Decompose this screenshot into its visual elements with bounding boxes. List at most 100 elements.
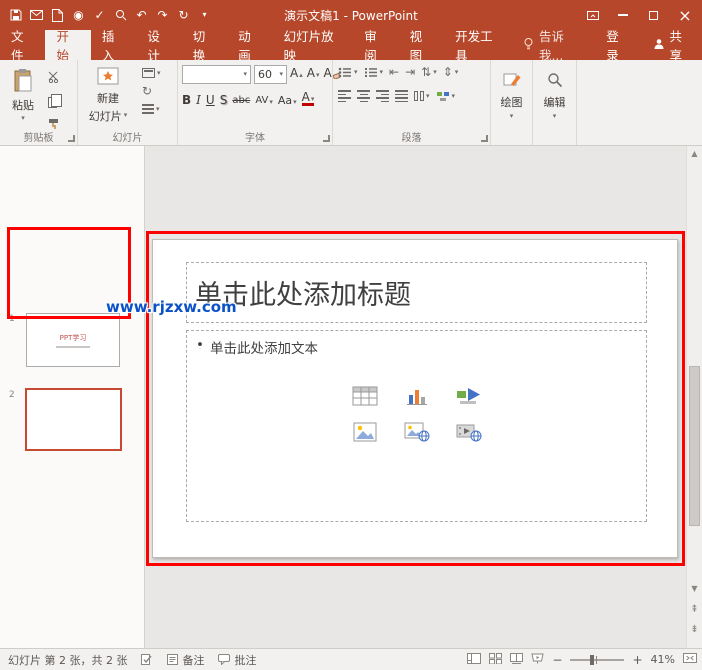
- tab-animations[interactable]: 动画: [227, 29, 272, 63]
- scrollbar-thumb[interactable]: [689, 366, 700, 526]
- cut-button[interactable]: [48, 68, 61, 87]
- maximize-button[interactable]: [638, 0, 668, 30]
- clipboard-dialog-launcher-icon[interactable]: [68, 135, 75, 142]
- qat-customize-caret-icon[interactable]: ▾: [198, 8, 211, 22]
- slide-1-thumbnail[interactable]: PPT学习: [26, 313, 120, 367]
- section-icon: [142, 104, 154, 114]
- shrink-font-button[interactable]: A ▾: [307, 67, 320, 79]
- tell-me-box[interactable]: 告诉我...: [513, 29, 594, 63]
- convert-to-smartart-button[interactable]: ▾: [436, 91, 455, 102]
- new-file-icon[interactable]: [51, 8, 64, 22]
- font-name-combo[interactable]: ▾: [182, 65, 251, 84]
- touch-mode-icon[interactable]: ◉: [72, 8, 85, 22]
- vertical-scrollbar[interactable]: ▲ ▼ ⇞ ⇟: [686, 146, 702, 648]
- paste-button[interactable]: 粘贴 ▾: [4, 63, 42, 127]
- font-size-combo[interactable]: 60 ▾: [254, 65, 287, 84]
- zoom-in-button[interactable]: +: [632, 653, 642, 667]
- insert-table-icon[interactable]: [349, 383, 381, 409]
- justify-button[interactable]: [395, 90, 408, 102]
- close-button[interactable]: ×: [668, 0, 702, 30]
- bullet-glyph: •: [196, 337, 204, 353]
- strikethrough-button[interactable]: abc: [232, 96, 250, 106]
- italic-button[interactable]: I: [196, 94, 201, 106]
- change-case-button[interactable]: Aa ▾: [278, 95, 297, 106]
- caret-down-icon: ▾: [315, 71, 320, 79]
- tab-home[interactable]: 开始: [45, 29, 91, 63]
- title-placeholder[interactable]: 单击此处添加标题: [186, 262, 647, 323]
- redo-icon[interactable]: ↷: [156, 8, 169, 22]
- font-dialog-launcher-icon[interactable]: [323, 135, 330, 142]
- tell-me-label: 告诉我...: [538, 29, 564, 63]
- insert-video-icon[interactable]: [453, 419, 485, 445]
- zoom-slider-thumb[interactable]: [590, 654, 595, 665]
- line-spacing-button[interactable]: ⇕ ▾: [443, 66, 459, 78]
- tab-transitions[interactable]: 切换: [182, 29, 227, 63]
- text-shadow-button[interactable]: S: [220, 94, 228, 106]
- tab-view[interactable]: 视图: [399, 29, 444, 63]
- slideshow-view-button[interactable]: [531, 653, 545, 667]
- font-color-button[interactable]: A ▾: [301, 91, 315, 106]
- tab-developer[interactable]: 开发工具: [444, 29, 513, 63]
- numbering-button[interactable]: ▾: [364, 67, 383, 78]
- email-icon[interactable]: [30, 8, 43, 22]
- drawing-button[interactable]: 绘图 ▾: [493, 63, 530, 129]
- text-direction-button[interactable]: ⇅ ▾: [421, 66, 437, 78]
- copy-button[interactable]: [48, 94, 62, 108]
- spellcheck-icon[interactable]: ✓: [93, 8, 106, 22]
- paragraph-dialog-launcher-icon[interactable]: [481, 135, 488, 142]
- comments-button[interactable]: 批注: [218, 652, 256, 668]
- reading-view-button[interactable]: [510, 652, 524, 667]
- slide-1-title-text: PPT学习: [59, 333, 87, 342]
- tab-design[interactable]: 设计: [136, 29, 181, 63]
- save-icon[interactable]: [9, 8, 22, 22]
- share-button[interactable]: 共享: [641, 29, 702, 63]
- spellcheck-status-button[interactable]: [141, 654, 153, 665]
- spellcheck-icon: [141, 654, 153, 665]
- zoom-out-button[interactable]: −: [552, 653, 562, 667]
- increase-indent-button[interactable]: ⇥: [405, 66, 415, 78]
- scroll-down-icon[interactable]: ▼: [687, 584, 702, 593]
- new-slide-button[interactable]: 新建 幻灯片 ▾: [80, 63, 136, 127]
- align-center-button[interactable]: [357, 90, 370, 102]
- sign-in-button[interactable]: 登录: [594, 29, 640, 63]
- zoom-level[interactable]: 41%: [651, 653, 675, 666]
- next-slide-button[interactable]: ⇟: [687, 624, 702, 635]
- search-icon[interactable]: [114, 8, 127, 22]
- insert-picture-icon[interactable]: [349, 419, 381, 445]
- scroll-up-icon[interactable]: ▲: [687, 149, 702, 158]
- previous-slide-button[interactable]: ⇞: [687, 604, 702, 615]
- normal-view-button[interactable]: [467, 652, 482, 667]
- grow-font-button[interactable]: A ▴: [290, 67, 303, 79]
- tab-slideshow[interactable]: 幻灯片放映: [273, 29, 354, 63]
- section-button[interactable]: ▾: [142, 104, 161, 114]
- insert-online-picture-icon[interactable]: [401, 419, 433, 445]
- bold-button[interactable]: B: [182, 94, 191, 106]
- caret-down-icon: ▾: [454, 67, 459, 76]
- insert-smartart-icon[interactable]: [453, 383, 485, 409]
- tab-file[interactable]: 文件: [0, 29, 45, 63]
- undo-icon[interactable]: ↶: [135, 8, 148, 22]
- columns-button[interactable]: ▾: [414, 91, 430, 101]
- fit-to-window-button[interactable]: [683, 652, 697, 667]
- insert-chart-icon[interactable]: [401, 383, 433, 409]
- minimize-button[interactable]: [608, 0, 638, 30]
- character-spacing-button[interactable]: AV ▾: [255, 96, 273, 106]
- body-placeholder[interactable]: • 单击此处添加文本: [186, 330, 647, 522]
- tab-insert[interactable]: 插入: [91, 29, 136, 63]
- tab-review[interactable]: 审阅: [353, 29, 398, 63]
- notes-button[interactable]: 备注: [167, 652, 204, 668]
- underline-button[interactable]: U: [206, 94, 215, 106]
- reset-slide-button[interactable]: ↻: [142, 85, 161, 97]
- align-right-button[interactable]: [376, 90, 389, 102]
- slide-layout-button[interactable]: ▾: [142, 68, 161, 78]
- slide-2-thumbnail[interactable]: [25, 388, 122, 451]
- align-left-button[interactable]: [338, 90, 351, 102]
- editing-button[interactable]: 编辑 ▾: [535, 63, 574, 129]
- decrease-indent-button[interactable]: ⇤: [389, 66, 399, 78]
- slide-canvas[interactable]: 单击此处添加标题 • 单击此处添加文本: [152, 239, 678, 558]
- zoom-slider[interactable]: [570, 654, 625, 665]
- ribbon-display-options-button[interactable]: [578, 0, 608, 30]
- slide-sorter-view-button[interactable]: [489, 652, 503, 667]
- bullets-button[interactable]: ▾: [338, 67, 358, 78]
- refresh-icon[interactable]: ↻: [177, 8, 190, 22]
